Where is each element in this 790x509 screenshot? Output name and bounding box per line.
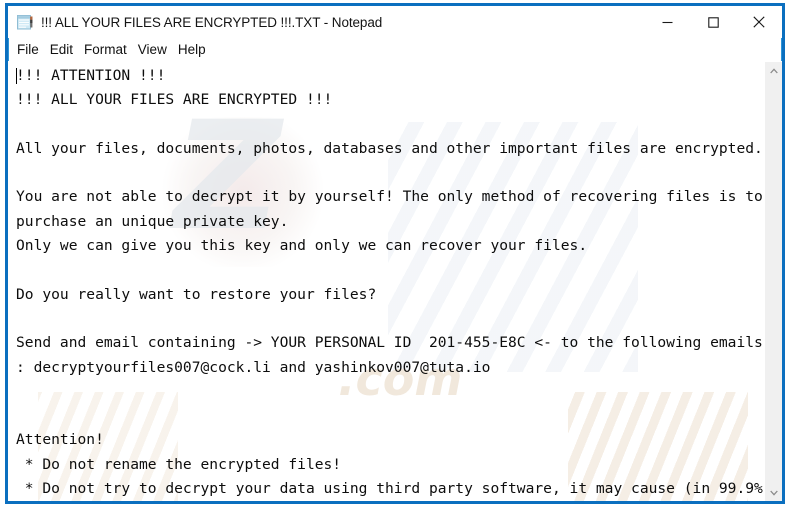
scroll-down-button[interactable]: [765, 484, 782, 501]
maximize-button[interactable]: [690, 6, 736, 38]
notepad-window: !!! ALL YOUR FILES ARE ENCRYPTED !!!.TXT…: [5, 3, 785, 504]
ransom-note-text: !!! ATTENTION !!! !!! ALL YOUR FILES ARE…: [16, 67, 763, 498]
minimize-button[interactable]: [644, 6, 690, 38]
window-controls: [644, 6, 782, 38]
scroll-up-button[interactable]: [765, 62, 782, 79]
screenshot-root: !!! ALL YOUR FILES ARE ENCRYPTED !!!.TXT…: [0, 0, 790, 509]
menu-item-view[interactable]: View: [138, 38, 173, 61]
chevron-up-icon: [769, 67, 778, 73]
menu-item-edit[interactable]: Edit: [50, 38, 79, 61]
vertical-scrollbar[interactable]: [764, 62, 782, 501]
menu-bar: File Edit Format View Help: [8, 38, 782, 61]
maximize-icon: [707, 16, 719, 28]
chevron-down-icon: [769, 490, 778, 496]
close-button[interactable]: [736, 6, 782, 38]
menu-item-help[interactable]: Help: [178, 38, 212, 61]
text-editor[interactable]: Z .com !!! ATTENTION !!! !!! ALL YOUR FI…: [8, 62, 764, 501]
minimize-icon: [662, 21, 672, 23]
menu-item-format[interactable]: Format: [84, 38, 133, 61]
scrollbar-track[interactable]: [765, 79, 782, 484]
notepad-icon: [16, 13, 34, 31]
editor-area: Z .com !!! ATTENTION !!! !!! ALL YOUR FI…: [8, 61, 782, 501]
close-icon: [753, 16, 765, 28]
title-bar[interactable]: !!! ALL YOUR FILES ARE ENCRYPTED !!!.TXT…: [8, 6, 782, 38]
window-title: !!! ALL YOUR FILES ARE ENCRYPTED !!!.TXT…: [41, 14, 383, 30]
menu-item-file[interactable]: File: [17, 38, 45, 61]
